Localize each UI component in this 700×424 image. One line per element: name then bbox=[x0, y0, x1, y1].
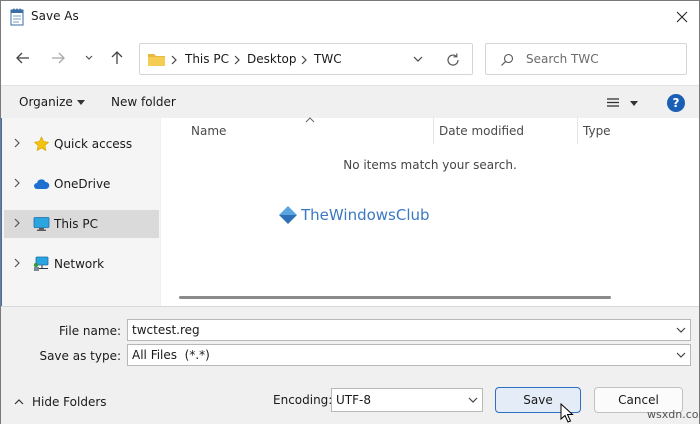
column-header-type[interactable]: Type bbox=[583, 124, 611, 138]
chevron-right-icon[interactable] bbox=[12, 217, 22, 229]
file-name-value: twctest.reg bbox=[132, 323, 200, 337]
close-icon bbox=[676, 11, 688, 23]
save-as-type-select[interactable]: All Files (*.*) bbox=[127, 344, 691, 366]
folder-icon bbox=[148, 54, 165, 66]
help-button[interactable]: ? bbox=[667, 94, 685, 112]
chevron-right-icon[interactable] bbox=[12, 257, 22, 269]
search-input[interactable]: Search TWC bbox=[526, 52, 599, 66]
caret-down-icon bbox=[76, 100, 85, 105]
refresh-icon[interactable] bbox=[444, 51, 462, 69]
list-view-icon bbox=[607, 98, 638, 107]
column-divider[interactable] bbox=[577, 118, 578, 144]
navigation-row: This PC Desktop TWC Search TWC bbox=[1, 33, 699, 85]
save-as-type-value: All Files (*.*) bbox=[132, 348, 210, 362]
sidebar-item-label: Quick access bbox=[54, 137, 133, 151]
file-name-label: File name: bbox=[59, 324, 121, 338]
close-button[interactable] bbox=[665, 1, 699, 33]
search-box[interactable]: Search TWC bbox=[485, 43, 687, 75]
chevron-right-icon bbox=[301, 55, 307, 65]
breadcrumb-twc[interactable]: TWC bbox=[314, 52, 342, 66]
forward-button[interactable] bbox=[47, 47, 69, 69]
watermark: TheWindowsClub bbox=[279, 204, 430, 226]
title-bar: Save As bbox=[1, 1, 699, 33]
horizontal-scrollbar[interactable] bbox=[179, 296, 611, 299]
chevron-down-icon[interactable] bbox=[467, 394, 479, 406]
window-title: Save As bbox=[31, 9, 79, 23]
organize-label: Organize bbox=[19, 95, 73, 109]
chevron-down-icon[interactable] bbox=[675, 349, 687, 361]
file-list[interactable]: Name Date modified Type No items match y… bbox=[161, 117, 699, 306]
chevron-right-icon[interactable] bbox=[12, 137, 22, 149]
column-divider[interactable] bbox=[433, 118, 434, 144]
search-icon bbox=[501, 53, 514, 66]
sidebar-item-network[interactable]: Network bbox=[4, 250, 159, 278]
sidebar-item-this-pc[interactable]: This PC bbox=[4, 210, 159, 238]
file-name-field[interactable]: twctest.reg bbox=[127, 319, 691, 341]
chevron-right-icon[interactable] bbox=[12, 177, 22, 189]
chevron-right-icon bbox=[171, 55, 177, 65]
chevron-down-icon[interactable] bbox=[410, 51, 426, 67]
new-folder-button[interactable]: New folder bbox=[111, 95, 176, 109]
recent-locations-button[interactable] bbox=[78, 47, 100, 69]
hide-folders-button[interactable]: Hide Folders bbox=[13, 393, 107, 411]
arrow-up-icon bbox=[111, 51, 123, 64]
column-header-name[interactable]: Name bbox=[191, 124, 226, 138]
up-button[interactable] bbox=[106, 47, 128, 69]
save-form: File name: twctest.reg Save as type: All… bbox=[1, 306, 700, 424]
hide-folders-label: Hide Folders bbox=[32, 395, 107, 409]
notepad-icon bbox=[10, 8, 24, 26]
arrow-right-icon bbox=[52, 52, 65, 64]
chevron-right-icon bbox=[234, 55, 240, 65]
encoding-label: Encoding: bbox=[273, 393, 333, 407]
encoding-value: UTF-8 bbox=[336, 393, 371, 407]
encoding-select[interactable]: UTF-8 bbox=[331, 388, 483, 412]
monitor-icon bbox=[33, 217, 50, 231]
command-bar: Organize New folder ? bbox=[1, 85, 699, 117]
navigation-pane: Quick access OneDrive This PC Network bbox=[2, 118, 160, 306]
sidebar-item-label: OneDrive bbox=[54, 177, 111, 191]
back-button[interactable] bbox=[12, 47, 34, 69]
sidebar-item-onedrive[interactable]: OneDrive bbox=[4, 170, 159, 198]
address-bar[interactable]: This PC Desktop TWC bbox=[139, 43, 473, 75]
brand-watermark: wsxdn.com bbox=[647, 408, 700, 421]
breadcrumb-this-pc[interactable]: This PC bbox=[185, 52, 229, 66]
sidebar-item-label: Network bbox=[54, 257, 105, 271]
watermark-text: TheWindowsClub bbox=[301, 206, 430, 224]
mouse-pointer-icon bbox=[560, 403, 574, 423]
empty-message: No items match your search. bbox=[343, 158, 517, 172]
sidebar-item-label: This PC bbox=[54, 217, 98, 231]
breadcrumb-desktop[interactable]: Desktop bbox=[247, 52, 297, 66]
chevron-down-icon[interactable] bbox=[675, 324, 687, 336]
save-as-type-label: Save as type: bbox=[39, 349, 121, 363]
arrow-left-icon bbox=[16, 52, 29, 64]
save-as-dialog: Save As This PC Desktop TWC Search TWC O… bbox=[0, 0, 700, 424]
network-icon bbox=[33, 256, 49, 271]
view-options-button[interactable] bbox=[605, 95, 641, 111]
organize-button[interactable]: Organize bbox=[19, 95, 86, 109]
chevron-up-icon bbox=[14, 399, 24, 405]
sidebar-item-quick-access[interactable]: Quick access bbox=[4, 130, 159, 158]
sort-ascending-icon bbox=[305, 117, 315, 123]
chevron-down-icon bbox=[85, 55, 93, 60]
windows-club-logo-icon bbox=[279, 206, 297, 224]
star-icon bbox=[33, 136, 50, 152]
cloud-icon bbox=[34, 179, 50, 189]
column-header-date-modified[interactable]: Date modified bbox=[439, 124, 524, 138]
